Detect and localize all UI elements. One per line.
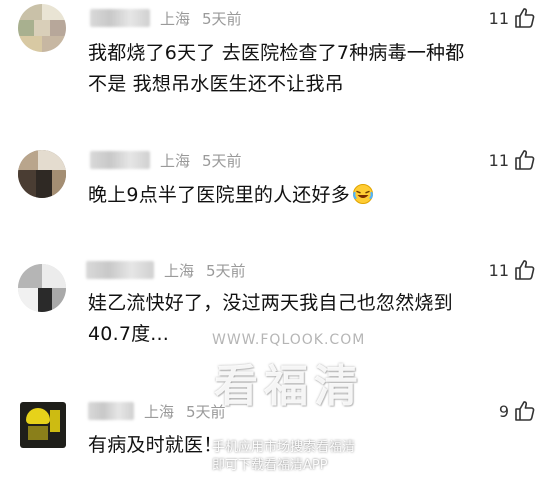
like-count: 9 [498, 401, 509, 421]
comment-text: 有病及时就医！ [88, 434, 223, 456]
like-count: 11 [488, 150, 509, 170]
comment-location: 上海 [160, 9, 191, 28]
avatar[interactable] [18, 4, 66, 52]
like-button[interactable]: 11 [489, 257, 537, 283]
like-button[interactable]: 11 [489, 5, 537, 31]
comment-item: 上海 5天前 9 有病及时就医！ [0, 396, 559, 484]
comment-time: 5天前 [186, 402, 226, 421]
like-count: 11 [488, 260, 509, 280]
comment-time: 5天前 [202, 9, 242, 28]
avatar[interactable] [18, 264, 66, 312]
comment-text: 晚上9点半了医院里的人还好多 [88, 180, 539, 211]
comment-item: 上海 5天前 11 我都烧了6天了 去医院检查了7种病毒一种都 不是 我想吊水医… [0, 0, 559, 110]
comment-item: 上海 5天前 11 娃乙流快好了，没过两天我自己也忽然烧到 40.7度... [0, 256, 559, 366]
avatar[interactable] [18, 150, 66, 198]
comment-meta: 上海 5天前 [86, 258, 246, 282]
username-blurred[interactable] [90, 151, 150, 169]
comment-meta: 上海 5天前 [88, 399, 226, 423]
comment-item: 上海 5天前 11 晚上9点半了医院里的人还好多 [0, 140, 559, 240]
username-blurred[interactable] [88, 402, 134, 420]
comment-time: 5天前 [202, 151, 242, 170]
laughing-tears-emoji-icon [352, 184, 373, 204]
like-count: 11 [488, 8, 509, 28]
like-button[interactable]: 9 [499, 398, 537, 424]
comment-location: 上海 [164, 261, 195, 280]
comment-time: 5天前 [206, 261, 246, 280]
comment-meta: 上海 5天前 [90, 148, 242, 172]
username-blurred[interactable] [86, 261, 154, 279]
username-blurred[interactable] [90, 9, 150, 27]
comment-location: 上海 [144, 402, 175, 421]
thumbs-up-icon [515, 150, 535, 170]
comment-text: 娃乙流快好了，没过两天我自己也忽然烧到 40.7度... [88, 292, 453, 345]
comment-text: 我都烧了6天了 去医院检查了7种病毒一种都 不是 我想吊水医生还不让我吊 [88, 42, 465, 95]
avatar[interactable] [20, 402, 66, 448]
comment-meta: 上海 5天前 [90, 6, 242, 30]
comment-location: 上海 [160, 151, 191, 170]
thumbs-up-icon [515, 260, 535, 280]
thumbs-up-icon [515, 401, 535, 421]
thumbs-up-icon [515, 8, 535, 28]
like-button[interactable]: 11 [489, 147, 537, 173]
